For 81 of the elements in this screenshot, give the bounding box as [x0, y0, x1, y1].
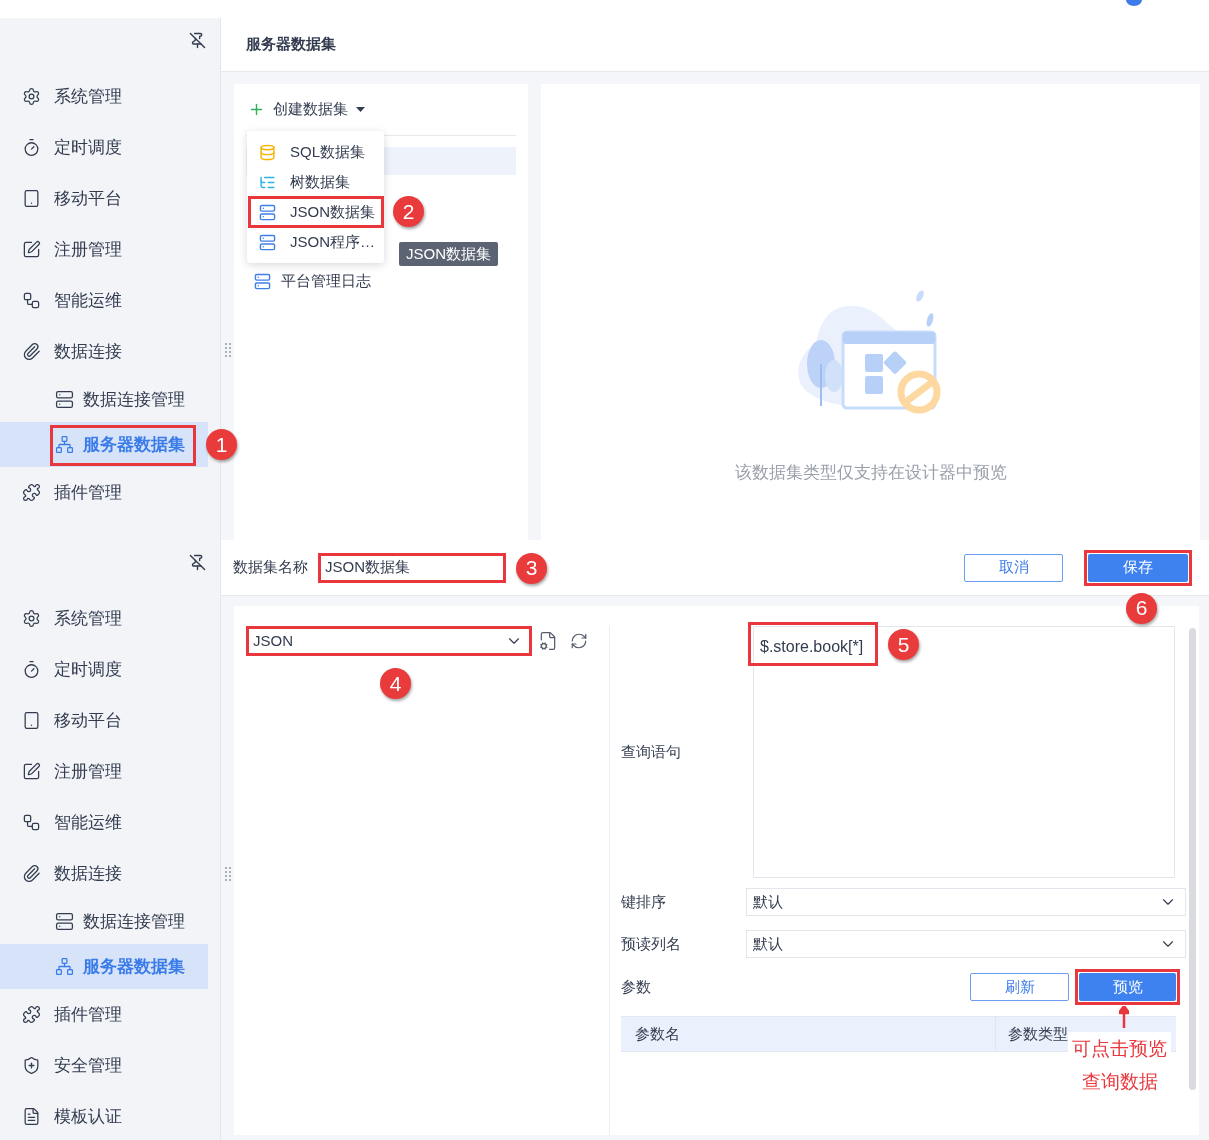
database-icon — [259, 143, 276, 161]
column-header: 参数名 — [621, 1017, 996, 1051]
arrow-icon — [1119, 1006, 1129, 1028]
timer-icon — [22, 660, 41, 679]
tablet-icon — [22, 189, 41, 208]
sidebar-item[interactable]: 数据连接 — [0, 848, 220, 899]
cancel-button[interactable]: 取消 — [964, 553, 1063, 582]
edit-icon — [22, 762, 41, 781]
sidebar-item[interactable]: 移动平台 — [0, 173, 220, 224]
field-label: 参数 — [621, 976, 651, 997]
document-icon — [22, 1107, 41, 1126]
callout-number: 3 — [516, 552, 547, 584]
tooltip: JSON数据集 — [399, 242, 498, 266]
server-icon — [259, 203, 276, 221]
sidebar-item[interactable]: 系统管理 — [0, 71, 220, 122]
annotation-note: 可点击预览 — [1072, 1037, 1167, 1061]
sidebar-item[interactable]: 定时调度 — [0, 644, 220, 695]
menu-item[interactable]: SQL数据集 — [247, 137, 384, 167]
sidebar-item[interactable]: 模板认证 — [0, 1091, 220, 1140]
paperclip-icon — [22, 342, 41, 361]
server-icon — [55, 912, 74, 931]
sidebar-item[interactable]: 定时调度 — [0, 122, 220, 173]
preread-columns-select[interactable]: 默认 — [746, 930, 1186, 958]
annotation-note: 查询数据 — [1081, 1070, 1158, 1094]
caret-icon — [356, 106, 365, 112]
name-input[interactable]: JSON数据集 — [318, 552, 506, 583]
field-label: 数据集名称 — [233, 557, 308, 578]
server-icon — [254, 272, 271, 290]
sidebar-item[interactable]: 智能运维 — [0, 275, 220, 326]
paperclip-icon — [22, 864, 41, 883]
network-icon — [22, 291, 41, 310]
timer-icon — [22, 138, 41, 157]
refresh-button[interactable]: 刷新 — [970, 973, 1069, 1001]
field-label: 键排序 — [621, 891, 667, 912]
column-header: 参数类型 — [1007, 1023, 1068, 1044]
sidebar-item[interactable]: 数据连接管理 — [0, 377, 208, 422]
sidebar-item[interactable]: 系统管理 — [0, 593, 220, 644]
field-label: 预读列名 — [621, 933, 682, 954]
avatar-icon[interactable] — [1125, 0, 1143, 6]
page-title: 服务器数据集 — [246, 34, 336, 55]
tablet-icon — [22, 711, 41, 730]
menu-item[interactable]: 树数据集 — [247, 167, 384, 197]
puzzle-icon — [22, 1005, 41, 1024]
empty-message: 该数据集类型仅支持在设计器中预览 — [734, 462, 1007, 484]
field-label: 查询语句 — [621, 741, 682, 762]
sidebar-item[interactable]: 安全管理 — [0, 1040, 220, 1091]
scrollbar[interactable] — [1189, 628, 1196, 1090]
menu-item[interactable]: JSON程序… — [247, 227, 384, 257]
dataset-list-item[interactable]: 平台管理日志 — [254, 269, 528, 293]
gear-icon — [22, 87, 41, 106]
file-settings-icon[interactable] — [538, 631, 558, 651]
sidebar-item[interactable]: 插件管理 — [0, 467, 220, 518]
callout-number: 5 — [888, 629, 919, 660]
menu-item[interactable]: JSON数据集 — [247, 197, 384, 227]
server-icon — [259, 233, 276, 251]
create-dataset-button[interactable]: 创建数据集 — [248, 98, 365, 120]
gear-icon — [22, 609, 41, 628]
unpin-icon[interactable] — [189, 32, 206, 49]
sidebar-item[interactable]: 注册管理 — [0, 224, 220, 275]
server-icon — [55, 390, 74, 409]
sidebar-item[interactable]: 数据连接管理 — [0, 899, 208, 944]
edit-icon — [22, 240, 41, 259]
sidebar-item[interactable]: 插件管理 — [0, 989, 220, 1040]
puzzle-icon — [22, 483, 41, 502]
callout-number: 2 — [393, 196, 424, 227]
sidebar-item[interactable]: 智能运维 — [0, 797, 220, 848]
callout-number: 4 — [380, 668, 411, 699]
sidebar-item[interactable]: 数据连接 — [0, 326, 220, 377]
network-icon — [22, 813, 41, 832]
refresh-icon[interactable] — [570, 632, 588, 650]
drag-handle-icon[interactable] — [225, 867, 231, 881]
key-sort-select[interactable]: 默认 — [746, 888, 1186, 916]
sidebar-item[interactable]: 注册管理 — [0, 746, 220, 797]
sitemap-icon — [55, 435, 74, 454]
save-button[interactable]: 保存 — [1088, 553, 1188, 582]
shield-icon — [22, 1056, 41, 1075]
preview-button[interactable]: 预览 — [1079, 973, 1176, 1001]
unpin-icon[interactable] — [189, 554, 206, 571]
sitemap-icon — [55, 957, 74, 976]
drag-handle-icon[interactable] — [225, 343, 231, 357]
sidebar-item[interactable]: 移动平台 — [0, 695, 220, 746]
